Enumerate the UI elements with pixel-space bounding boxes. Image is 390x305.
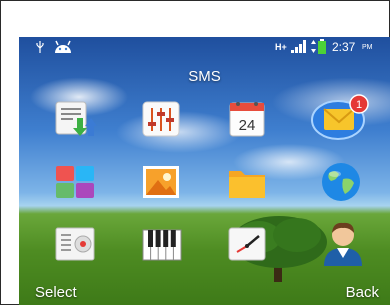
usb-icon — [36, 41, 44, 53]
tiles-app-icon[interactable] — [53, 162, 99, 202]
equalizer-app-icon[interactable] — [139, 98, 185, 138]
softkey-bar: Select Back — [19, 277, 390, 305]
android-debug-icon — [55, 40, 71, 53]
clock-ampm: PM — [362, 44, 373, 51]
phone-screen: H+ 2:37 PM SMS 24 1 Select Back — [19, 37, 390, 305]
clock-time: 2:37 — [332, 40, 356, 54]
signal-strength-icon — [291, 40, 306, 53]
globe-app-icon[interactable] — [319, 161, 365, 201]
status-bar: H+ 2:37 PM — [19, 37, 390, 57]
calendar-app-icon[interactable]: 24 — [225, 98, 271, 138]
screen-title: SMS — [188, 68, 221, 85]
messages-app-icon[interactable]: 1 — [311, 92, 371, 142]
radio-app-icon[interactable] — [53, 224, 99, 264]
download-app-icon[interactable] — [53, 98, 99, 138]
clock-app-icon[interactable] — [225, 224, 271, 264]
select-softkey[interactable]: Select — [35, 284, 77, 301]
back-softkey[interactable]: Back — [346, 284, 379, 301]
contacts-app-icon[interactable] — [321, 218, 367, 266]
network-type-label: H+ — [275, 42, 287, 52]
data-activity-icon — [311, 40, 316, 53]
piano-app-icon[interactable] — [139, 224, 185, 264]
battery-icon — [318, 39, 326, 54]
calendar-day: 24 — [239, 117, 256, 134]
gallery-app-icon[interactable] — [139, 162, 185, 202]
folder-app-icon[interactable] — [225, 162, 271, 202]
unread-badge-count: 1 — [356, 99, 362, 111]
